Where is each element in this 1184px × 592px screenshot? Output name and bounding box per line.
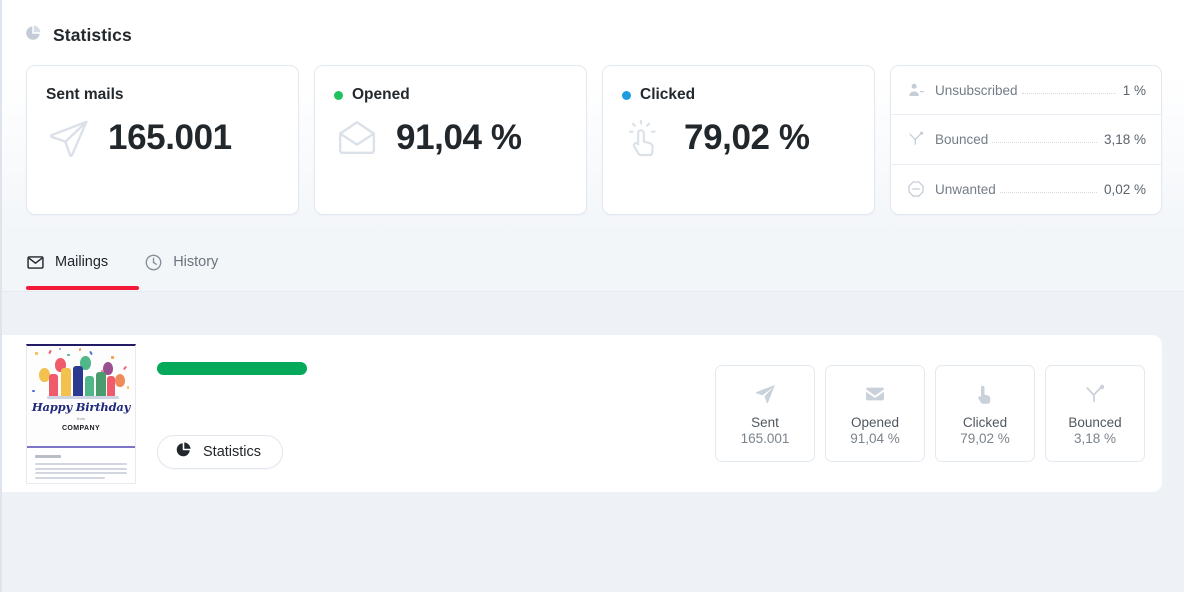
thumbnail-from-label: from (77, 416, 85, 421)
thumbnail-body (27, 448, 135, 483)
summary-card-opened: Opened 91,04 % (314, 65, 587, 215)
metric-label: Bounced (1068, 415, 1122, 430)
block-octagon-icon (905, 179, 926, 200)
header-zone: Statistics Sent mails 165.001 Opened 91,… (2, 0, 1184, 232)
metric-label: Opened (850, 415, 900, 430)
mailing-status-bar (157, 362, 307, 375)
metric-value: 79,02 % (960, 431, 1010, 446)
mailing-metrics: Sent 165.001 Opened 91,04 % Clicked 79,0… (715, 365, 1145, 462)
side-stat-row-unwanted: Unwanted 0,02 % (891, 165, 1161, 214)
mailing-thumbnail[interactable]: Happy Birthday from COMPANY (26, 344, 136, 484)
card-body: 79,02 % (622, 115, 874, 161)
side-stat-row-bounced: Bounced 3,18 % (891, 115, 1161, 165)
card-header: Clicked (622, 86, 874, 104)
statistics-button-label: Statistics (203, 444, 262, 460)
status-dot-clicked (622, 90, 631, 100)
tabs-bar: Mailings History (2, 232, 1184, 292)
card-value: 79,02 % (684, 118, 810, 157)
card-header: Sent mails (46, 86, 298, 104)
thumbnail-greeting-bar (35, 455, 61, 458)
leader-line (992, 142, 1097, 144)
envelope-filled-icon (862, 381, 888, 407)
tabs: Mailings History (26, 232, 218, 292)
side-stat-value: 3,18 % (1103, 131, 1146, 147)
cursor-click-hand-icon (972, 381, 998, 407)
metric-opened[interactable]: Opened 91,04 % (825, 365, 925, 462)
leader-line (1021, 93, 1116, 95)
card-title: Sent mails (46, 86, 124, 103)
statistics-page: Statistics Sent mails 165.001 Opened 91,… (0, 0, 1184, 592)
page-title-row: Statistics (24, 24, 132, 47)
summary-card-clicked: Clicked 79,02 % (602, 65, 875, 215)
leader-line (999, 192, 1097, 194)
tab-mailings[interactable]: Mailings (26, 232, 108, 292)
status-dot-opened (334, 90, 343, 100)
thumbnail-hero: Happy Birthday from COMPANY (27, 346, 135, 446)
metric-clicked[interactable]: Clicked 79,02 % (935, 365, 1035, 462)
metric-value: 3,18 % (1073, 431, 1117, 446)
send-plane-icon (46, 115, 92, 161)
bounce-arrow-icon (1082, 381, 1108, 407)
side-stat-value: 0,02 % (1103, 181, 1146, 197)
side-stat-value: 1 % (1122, 82, 1146, 98)
envelope-icon (26, 253, 45, 272)
card-title: Clicked (640, 86, 696, 103)
side-stat-label: Bounced (935, 131, 989, 147)
metric-value: 165.001 (740, 431, 790, 446)
card-body: 165.001 (46, 115, 298, 161)
pie-chart-icon (24, 24, 42, 47)
envelope-open-icon (334, 115, 380, 161)
metric-label: Clicked (962, 415, 1008, 430)
cursor-click-hand-icon (622, 115, 668, 161)
clock-icon (144, 253, 163, 272)
user-minus-icon (905, 80, 926, 101)
summary-card-sent-mails: Sent mails 165.001 (26, 65, 299, 215)
card-value: 91,04 % (396, 118, 522, 157)
page-title: Statistics (53, 25, 132, 45)
summary-cards: Sent mails 165.001 Opened 91,04 % Clicke… (26, 65, 875, 215)
metric-value: 91,04 % (850, 431, 900, 446)
secondary-stats-panel: Unsubscribed 1 % Bounced 3,18 % Unwanted… (890, 65, 1162, 215)
card-body: 91,04 % (334, 115, 586, 161)
send-plane-icon (752, 381, 778, 407)
tab-label: History (173, 254, 219, 270)
side-stat-label: Unwanted (935, 181, 996, 197)
thumbnail-headline: Happy Birthday (31, 400, 131, 414)
mailing-row: Happy Birthday from COMPANY Statistics S… (2, 335, 1162, 492)
metric-sent[interactable]: Sent 165.001 (715, 365, 815, 462)
side-stat-label: Unsubscribed (935, 82, 1018, 98)
card-header: Opened (334, 86, 586, 104)
side-stat-row-unsubscribed: Unsubscribed 1 % (891, 66, 1161, 116)
pie-chart-icon (175, 441, 192, 463)
thumbnail-company: COMPANY (61, 425, 101, 432)
tab-label: Mailings (55, 254, 109, 270)
tab-history[interactable]: History (144, 232, 218, 292)
card-title: Opened (352, 86, 410, 103)
card-value: 165.001 (108, 118, 232, 157)
metric-label: Sent (751, 415, 779, 430)
statistics-button[interactable]: Statistics (157, 435, 284, 469)
active-tab-indicator (26, 286, 139, 290)
metric-bounced[interactable]: Bounced 3,18 % (1045, 365, 1145, 462)
bounce-arrow-icon (905, 129, 926, 150)
